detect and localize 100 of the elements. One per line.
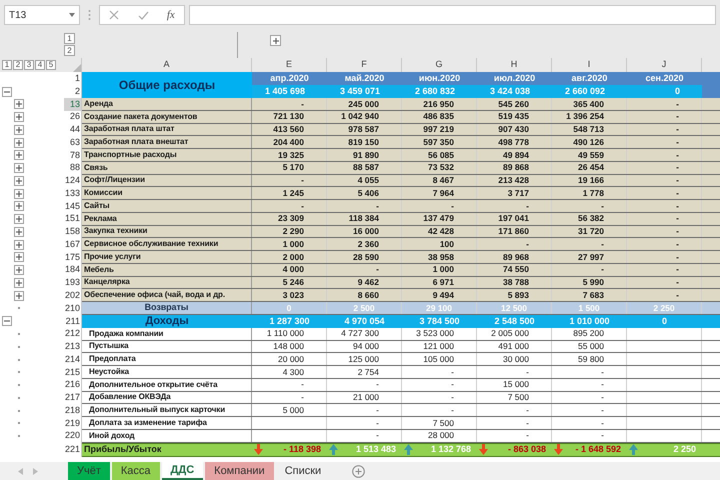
table-cell: - — [676, 110, 679, 123]
total-cell-text: - 118 398 — [282, 442, 322, 456]
row-label: Аренда — [82, 98, 252, 110]
table-cell: 519 435 — [498, 110, 529, 123]
table-cell: 91 890 — [353, 148, 379, 162]
table-cell: 4 300 — [282, 366, 304, 378]
sheet-tab[interactable]: Учёт — [68, 462, 110, 480]
table-cell: - — [601, 200, 604, 212]
table-cell: 7 500 — [508, 391, 529, 404]
table-cell: 1 778 — [582, 186, 604, 200]
plus-icon — [16, 165, 22, 172]
table-cell: 9 494 — [432, 288, 454, 302]
outline-level-button[interactable]: 5 — [46, 60, 56, 70]
expand-button[interactable] — [14, 138, 24, 148]
expand-button[interactable] — [14, 214, 24, 224]
expand-button[interactable] — [14, 150, 24, 160]
table-cell: - — [601, 378, 604, 391]
table-cell: 5 990 — [582, 276, 604, 289]
outline-level-button[interactable]: 4 — [35, 60, 45, 70]
table-cell: 1 110 000 — [266, 327, 304, 340]
month-header: май.2020 — [344, 72, 384, 85]
table-cell: - — [676, 123, 679, 136]
table-cell: - — [676, 200, 679, 212]
outline-level-button[interactable]: 1 — [2, 60, 12, 70]
table-cell: - — [676, 174, 679, 187]
table-cell: 5 170 — [282, 161, 304, 174]
outline-level-button[interactable]: 1 — [64, 33, 75, 44]
outline-level-button[interactable]: 2 — [13, 60, 23, 70]
table-cell: - — [601, 366, 604, 378]
row-label: Мебель — [82, 264, 252, 276]
table-cell: 997 219 — [423, 123, 454, 136]
collapse-button[interactable] — [2, 87, 12, 97]
plus-icon — [16, 267, 22, 274]
name-box[interactable]: T13 — [4, 5, 80, 25]
table-cell: 413 560 — [273, 123, 304, 136]
table-cell: 56 085 — [428, 148, 454, 162]
table-cell: 23 309 — [278, 212, 304, 225]
table-cell: - — [451, 200, 454, 212]
table-cell: 20 000 — [278, 352, 304, 366]
table-cell: - — [526, 416, 529, 430]
expand-button[interactable] — [14, 226, 24, 237]
table-cell: 895 200 — [573, 327, 604, 340]
table-cell: 38 788 — [503, 276, 529, 289]
table-cell: 148 000 — [273, 340, 304, 353]
table-cell: 4 000 — [282, 263, 304, 276]
table-cell: 89 968 — [503, 250, 529, 264]
table-cell: 3 023 — [282, 288, 304, 302]
check-icon[interactable] — [138, 10, 149, 20]
plus-icon — [16, 126, 22, 133]
expand-button[interactable] — [14, 124, 24, 135]
expand-button[interactable] — [14, 278, 24, 288]
outline-level-button[interactable]: 2 — [64, 45, 75, 56]
table-cell: 55 000 — [578, 340, 604, 353]
table-cell: 49 894 — [503, 148, 529, 162]
expand-button[interactable] — [14, 99, 24, 110]
table-cell: 38 958 — [428, 250, 454, 264]
dropdown-caret-icon — [69, 13, 75, 17]
table-cell: - — [451, 391, 454, 404]
table-cell: 29 100 — [426, 302, 452, 314]
expand-button[interactable] — [14, 201, 24, 212]
expand-button[interactable] — [14, 112, 24, 122]
month-header: июн.2020 — [418, 72, 460, 85]
table-cell: 73 532 — [428, 161, 454, 174]
row-label: Дополнительное открытие счёта — [82, 378, 252, 390]
table-cell: 74 550 — [503, 263, 529, 276]
table-cell: 216 950 — [423, 98, 454, 110]
total-cell-text: 1 132 768 — [430, 442, 472, 456]
row-number: 1 — [74, 72, 81, 85]
collapse-button[interactable] — [2, 316, 12, 326]
table-cell: 88 587 — [353, 161, 379, 174]
expand-button[interactable] — [14, 176, 24, 186]
formula-input[interactable] — [189, 5, 716, 25]
row-label: Обеспечение офиса (чай, вода и др. — [82, 289, 252, 301]
total-cell-text: 2 548 500 — [494, 314, 535, 328]
sheet-tab[interactable]: Касса — [112, 462, 160, 480]
table-cell: - — [451, 404, 454, 416]
plus-icon — [16, 101, 22, 108]
table-cell: 545 260 — [498, 98, 529, 110]
sheet-tab[interactable]: ДДС — [162, 462, 204, 480]
plus-icon — [16, 152, 22, 158]
expand-button[interactable] — [270, 35, 281, 46]
table-cell: - — [676, 136, 679, 148]
table-cell: 15 000 — [503, 378, 529, 391]
table-cell: 491 000 — [498, 340, 529, 353]
total-cell-text: 2 250 — [672, 442, 697, 456]
outline-level-button[interactable]: 3 — [24, 60, 34, 70]
total-cell-text: 1 405 698 — [264, 84, 305, 98]
table-cell: 7 500 — [432, 416, 454, 430]
table-cell: 498 778 — [498, 136, 529, 148]
expand-button[interactable] — [14, 290, 24, 301]
section-title: Общие расходы — [82, 72, 252, 98]
expand-button[interactable] — [14, 265, 24, 276]
insert-function-button[interactable]: fx — [166, 6, 175, 24]
add-sheet-icon[interactable] — [352, 464, 366, 478]
table-cell: 2 290 — [282, 225, 304, 238]
expand-button[interactable] — [14, 240, 24, 250]
sheet-tab[interactable]: Компании — [205, 462, 274, 480]
expand-button[interactable] — [14, 163, 24, 174]
expand-button[interactable] — [14, 188, 24, 199]
expand-button[interactable] — [14, 252, 24, 262]
